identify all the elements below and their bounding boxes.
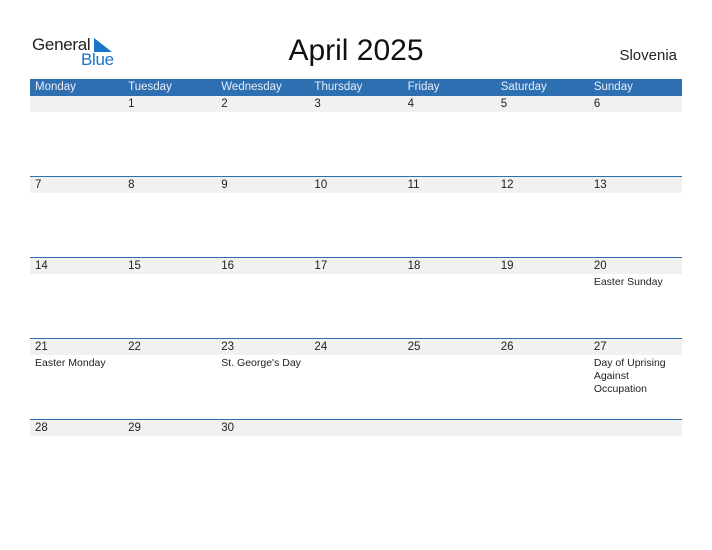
day-number: 9 <box>221 179 228 191</box>
holiday-label: Day of Uprising Against Occupation <box>593 357 666 395</box>
events-row: Easter Monday St. George's Day Day of Upri… <box>30 355 682 396</box>
holiday-label <box>309 436 402 438</box>
day-number: 3 <box>314 98 321 110</box>
holiday-label <box>30 274 123 289</box>
date-row: 28 29 30 <box>30 420 682 436</box>
day-number: 19 <box>500 260 514 272</box>
week-row: 28 29 30 <box>30 419 682 438</box>
holiday-label: Easter Monday <box>35 357 106 369</box>
holiday-label <box>30 193 123 195</box>
weekday-tuesday: Tuesday <box>128 81 172 93</box>
day-number <box>403 420 496 436</box>
day-number <box>30 96 123 112</box>
day-number: 14 <box>35 260 48 272</box>
day-number: 24 <box>314 341 328 353</box>
day-number: 30 <box>221 422 235 434</box>
date-row: 14 15 16 17 18 19 20 <box>30 258 682 274</box>
day-number: 26 <box>500 341 514 353</box>
week-row: 21 22 23 24 25 26 27 Easter Monday St. George's … <box>30 338 682 396</box>
events-row <box>30 436 682 438</box>
weekday-friday: Friday <box>407 81 440 93</box>
day-number: 28 <box>35 422 48 434</box>
day-number: 27 <box>593 341 607 353</box>
events-row <box>30 193 682 195</box>
holiday-label <box>403 193 496 195</box>
day-number: 16 <box>221 260 235 272</box>
week-row: 1 2 3 4 5 6 <box>30 96 682 114</box>
day-number: 7 <box>35 179 42 191</box>
day-number: 1 <box>128 98 135 110</box>
holiday-label <box>403 355 496 396</box>
holiday-label <box>216 193 309 195</box>
holiday-label: Easter Sunday <box>593 276 663 288</box>
day-number: 29 <box>128 422 141 434</box>
holiday-label <box>309 193 402 195</box>
day-number: 12 <box>500 179 514 191</box>
calendar-grid: Monday Tuesday Wednesday Thursday Friday… <box>30 79 682 436</box>
calendar-title: April 2025 <box>288 34 424 67</box>
weekday-header: Monday Tuesday Wednesday Thursday Friday… <box>30 79 682 96</box>
holiday-label <box>496 112 589 114</box>
weekday-sunday: Sunday <box>593 81 633 93</box>
day-number: 11 <box>407 179 420 191</box>
week-row: 7 8 9 10 11 12 13 <box>30 176 682 195</box>
day-number: 8 <box>128 179 135 191</box>
day-number: 21 <box>35 341 48 353</box>
date-row: 1 2 3 4 5 6 <box>30 96 682 112</box>
holiday-label <box>30 436 123 438</box>
day-number: 20 <box>593 260 607 272</box>
holiday-label <box>216 112 309 114</box>
weekday-thursday: Thursday <box>314 81 363 93</box>
holiday-label <box>589 436 682 438</box>
holiday-label: St. George's Day <box>221 357 301 369</box>
day-number: 4 <box>407 98 414 110</box>
day-number: 25 <box>407 341 421 353</box>
date-row: 21 22 23 24 25 26 27 <box>30 339 682 355</box>
holiday-label <box>589 193 682 195</box>
holiday-label <box>309 355 402 396</box>
weekday-wednesday: Wednesday <box>221 81 282 93</box>
holiday-label <box>216 436 309 438</box>
holiday-label <box>216 274 309 289</box>
events-row <box>30 112 682 114</box>
week-row: 14 15 16 17 18 19 20 Easter Sunday <box>30 257 682 289</box>
day-number: 17 <box>314 260 328 272</box>
day-number: 5 <box>500 98 508 110</box>
weekday-monday: Monday <box>35 81 76 93</box>
holiday-label <box>123 355 216 396</box>
country-label: Slovenia <box>619 47 677 64</box>
day-number <box>496 420 589 436</box>
holiday-label <box>123 193 216 195</box>
weekday-saturday: Saturday <box>500 81 547 93</box>
day-number: 2 <box>221 98 228 110</box>
holiday-label <box>589 112 682 114</box>
holiday-label <box>496 193 589 195</box>
day-number: 22 <box>128 341 141 353</box>
holiday-label <box>309 274 402 289</box>
holiday-label <box>123 274 216 289</box>
holiday-label <box>123 112 216 114</box>
holiday-label <box>309 112 402 114</box>
holiday-label <box>496 274 589 289</box>
holiday-label <box>403 274 496 289</box>
day-number: 10 <box>314 179 328 191</box>
day-number: 15 <box>128 260 141 272</box>
holiday-label <box>496 436 589 438</box>
day-number <box>309 420 402 436</box>
holiday-label <box>403 112 496 114</box>
date-row: 7 8 9 10 11 12 13 <box>30 177 682 193</box>
holiday-label <box>496 355 589 396</box>
day-number <box>589 420 682 436</box>
day-number: 23 <box>221 341 235 353</box>
day-number: 13 <box>593 179 607 191</box>
day-number: 6 <box>593 98 601 110</box>
events-row: Easter Sunday <box>30 274 682 289</box>
day-number: 18 <box>407 260 421 272</box>
holiday-label <box>403 436 496 438</box>
holiday-label <box>30 112 123 114</box>
holiday-label <box>123 436 216 438</box>
